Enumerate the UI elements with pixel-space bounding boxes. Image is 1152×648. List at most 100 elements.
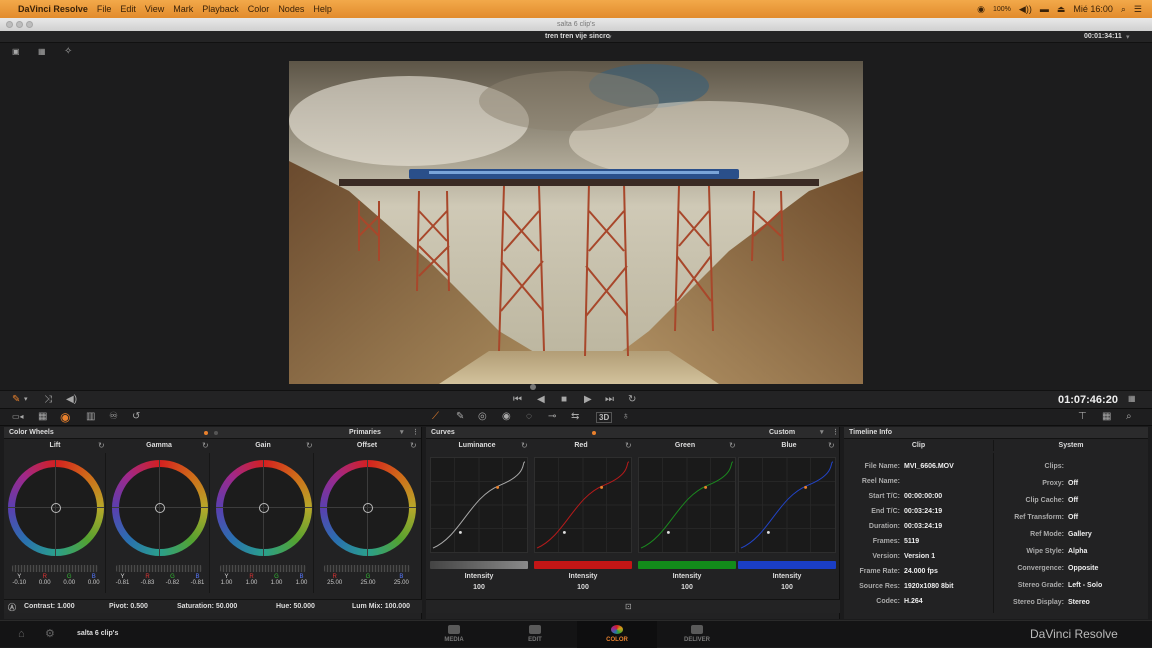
page-dot-active[interactable] — [592, 431, 596, 435]
blue-curve-graph[interactable] — [738, 457, 836, 553]
green-intensity-bar[interactable] — [638, 561, 736, 569]
play-reverse-icon[interactable]: ◀ — [537, 395, 545, 405]
page-dot-active[interactable] — [204, 431, 208, 435]
menu-color[interactable]: Color — [248, 4, 270, 14]
status-icon[interactable]: ◉ — [977, 4, 985, 15]
magic-wand-icon[interactable]: ✧ — [64, 47, 72, 57]
go-to-start-icon[interactable]: ⏮ — [513, 395, 522, 405]
green-intensity-value[interactable]: 100 — [638, 584, 736, 591]
curves-mode-select[interactable]: Custom — [769, 427, 795, 439]
3d-palette-button[interactable]: 3D — [596, 412, 613, 423]
lift-reset-icon[interactable]: ↻ — [98, 441, 105, 450]
gamma-r-value[interactable]: -0.83 — [141, 580, 155, 586]
curves-options-icon[interactable]: ⋮ — [832, 427, 839, 439]
curves-palette-icon[interactable]: ⟋ — [432, 412, 439, 422]
curve-point[interactable] — [666, 530, 670, 534]
lift-b-value[interactable]: 0.00 — [88, 580, 100, 586]
menu-mark[interactable]: Mark — [173, 4, 193, 14]
timecode-options-icon[interactable]: ▦ — [1128, 395, 1136, 403]
picker-dropdown-icon[interactable]: ▾ — [24, 396, 28, 403]
curve-point[interactable] — [458, 530, 462, 534]
page-tab-deliver[interactable]: DELIVER — [657, 621, 737, 648]
single-viewer-icon[interactable]: ▣ — [12, 48, 20, 56]
menu-help[interactable]: Help — [313, 4, 332, 14]
gain-r-value[interactable]: 1.00 — [246, 580, 258, 586]
gain-b-value[interactable]: 1.00 — [296, 580, 308, 586]
contrast-value[interactable]: 1.000 — [57, 603, 75, 610]
curve-point[interactable] — [562, 530, 566, 534]
red-intensity-value[interactable]: 100 — [534, 584, 632, 591]
zoom-window-button[interactable] — [26, 21, 33, 28]
gallery-icon[interactable]: ▦ — [38, 48, 46, 56]
green-reset-icon[interactable]: ↻ — [729, 441, 736, 450]
shuffle-icon[interactable]: ⤨ — [44, 395, 52, 405]
play-icon[interactable]: ▶ — [584, 395, 592, 405]
clock[interactable]: Mié 16:00 — [1073, 4, 1113, 14]
wheel-mode-select[interactable]: Primaries — [349, 427, 381, 439]
lift-r-value[interactable]: 0.00 — [39, 580, 51, 586]
timecode-dropdown-icon[interactable]: ▾ — [1126, 33, 1130, 41]
page-tab-color[interactable]: COLOR — [577, 621, 657, 648]
hue-control[interactable]: Hue: 50.000 — [276, 603, 315, 610]
contrast-control[interactable]: Contrast: 1.000 — [24, 603, 75, 610]
pivot-control[interactable]: Pivot: 0.500 — [109, 603, 148, 610]
mode-dropdown-icon[interactable]: ▾ — [400, 427, 404, 439]
volume-icon[interactable]: ◀)) — [1019, 4, 1032, 15]
red-intensity-bar[interactable] — [534, 561, 632, 569]
battery-icon[interactable]: ▬ — [1040, 4, 1049, 14]
lummix-value[interactable]: 100.000 — [385, 603, 410, 610]
home-icon[interactable]: ⌂ — [18, 629, 25, 640]
notification-icon[interactable]: ☰ — [1134, 4, 1142, 15]
offset-b-value[interactable]: 25.00 — [394, 580, 409, 586]
curve-point[interactable] — [704, 485, 708, 489]
panel-options-icon[interactable]: ⋮ — [412, 427, 419, 439]
lummix-control[interactable]: Lum Mix: 100.000 — [352, 603, 410, 610]
menu-edit[interactable]: Edit — [120, 4, 136, 14]
color-picker-icon[interactable]: ✎ — [12, 395, 20, 405]
green-curve-graph[interactable] — [638, 457, 736, 553]
clips-icon[interactable]: ▦ — [1102, 412, 1111, 422]
rotate-icon[interactable]: ↺ — [132, 412, 140, 422]
blur-icon[interactable]: ◌ — [526, 412, 532, 422]
page-tab-edit[interactable]: EDIT — [495, 621, 575, 648]
minimize-window-button[interactable] — [16, 21, 23, 28]
gamma-reset-icon[interactable]: ↻ — [202, 441, 209, 450]
gamma-wheel[interactable] — [112, 460, 208, 556]
saturation-value[interactable]: 50.000 — [216, 603, 237, 610]
luminance-curve-graph[interactable] — [430, 457, 528, 553]
gain-master-wheel[interactable] — [220, 565, 306, 572]
settings-gear-icon[interactable]: ⚙ — [45, 629, 55, 640]
eject-icon[interactable]: ⏏ — [1057, 4, 1066, 15]
curves-mode-dropdown-icon[interactable]: ▾ — [820, 427, 824, 439]
window-icon[interactable]: ◎ — [478, 412, 487, 422]
offset-wheel[interactable] — [320, 460, 416, 556]
gamma-b-value[interactable]: -0.81 — [191, 580, 205, 586]
blue-intensity-bar[interactable] — [738, 561, 836, 569]
page-dot[interactable] — [214, 431, 218, 435]
node-editor-icon[interactable]: ⊤ — [1078, 412, 1087, 422]
sizing-icon[interactable]: ⇆ — [571, 412, 579, 422]
lift-wheel-puck[interactable] — [51, 503, 61, 513]
luminance-intensity-value[interactable]: 100 — [430, 584, 528, 591]
loop-icon[interactable]: ↻ — [628, 395, 636, 405]
go-to-end-icon[interactable]: ⏭ — [605, 395, 614, 405]
hue-value[interactable]: 50.000 — [294, 603, 315, 610]
menu-view[interactable]: View — [145, 4, 164, 14]
offset-master-wheel[interactable] — [324, 565, 410, 572]
red-curve-graph[interactable] — [534, 457, 632, 553]
timeline-dropdown-icon[interactable]: ▾ — [608, 33, 612, 41]
color-wheels-palette-icon[interactable]: ◉ — [60, 411, 70, 423]
luminance-intensity-bar[interactable] — [430, 561, 528, 569]
curve-point[interactable] — [600, 485, 604, 489]
close-window-button[interactable] — [6, 21, 13, 28]
stereo-icon[interactable]: ♁ — [622, 412, 630, 422]
red-reset-icon[interactable]: ↻ — [625, 441, 632, 450]
tracker-icon[interactable]: ◉ — [502, 412, 511, 422]
offset-g-value[interactable]: 25.00 — [360, 580, 375, 586]
gain-y-value[interactable]: 1.00 — [221, 580, 233, 586]
gain-g-value[interactable]: 1.00 — [271, 580, 283, 586]
menu-nodes[interactable]: Nodes — [278, 4, 304, 14]
curve-point[interactable] — [804, 485, 808, 489]
curve-point[interactable] — [766, 530, 770, 534]
gamma-y-value[interactable]: -0.81 — [116, 580, 130, 586]
